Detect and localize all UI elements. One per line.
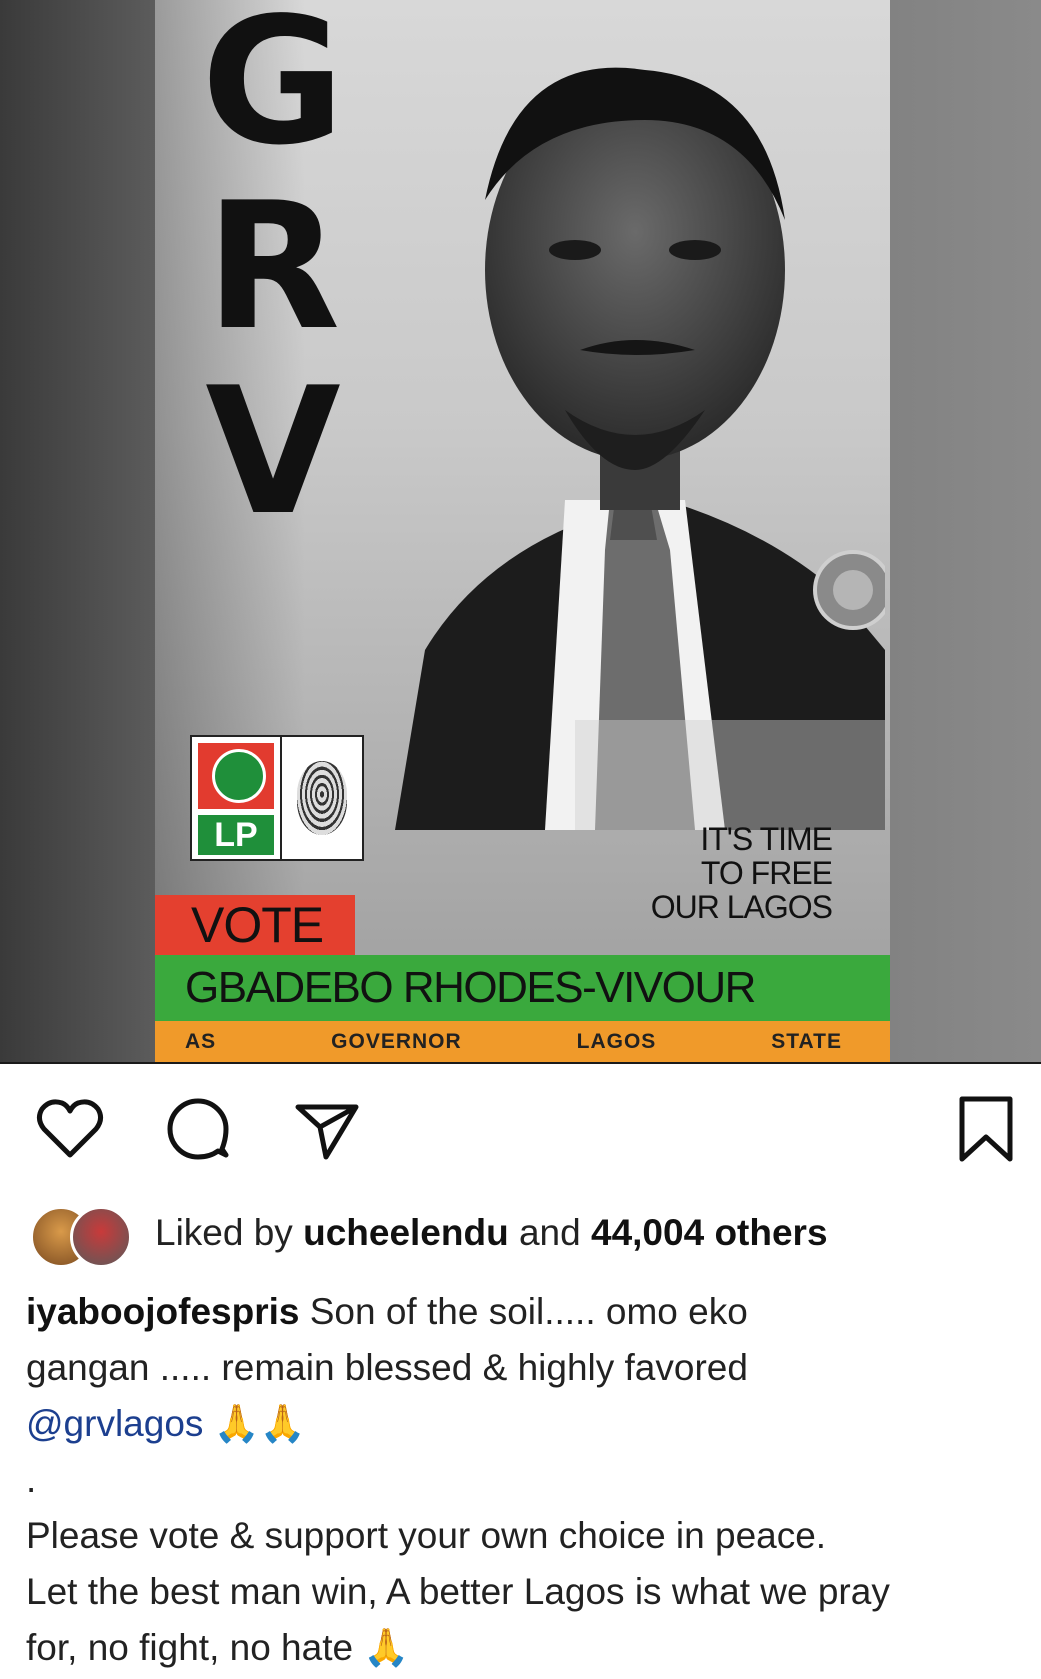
office-word: LAGOS [576, 1029, 657, 1053]
caption-dot: . [26, 1459, 37, 1500]
send-icon[interactable] [290, 1093, 362, 1165]
office-word: AS [185, 1029, 217, 1053]
likes-count[interactable]: 44,004 others [591, 1212, 828, 1253]
pray-emoji: 🙏🙏 [213, 1403, 306, 1444]
initial-r: R [205, 166, 341, 369]
liked-by-user[interactable]: ucheelendu [303, 1212, 509, 1253]
comment-icon[interactable] [160, 1093, 232, 1165]
mention-link[interactable]: @grvlagos [26, 1403, 203, 1444]
caption-username[interactable]: iyaboojofespris [26, 1291, 299, 1332]
image-divider [0, 1062, 1041, 1064]
caption-text: for, no fight, no hate [26, 1627, 354, 1668]
caption-text: Son of the soil..... omo eko [299, 1291, 748, 1332]
slogan-line: OUR LAGOS [650, 889, 833, 925]
lp-label: LP [198, 815, 274, 855]
heart-icon[interactable] [34, 1093, 106, 1165]
caption-text: gangan ..... remain blessed & highly fav… [26, 1347, 748, 1388]
candidate-name: GBADEBO RHODES-VIVOUR [185, 963, 756, 1012]
avatar[interactable] [70, 1206, 132, 1268]
office-word: STATE [771, 1029, 842, 1053]
candidate-portrait [395, 67, 885, 830]
initial-g: G [201, 0, 345, 184]
post-actions [0, 1085, 1041, 1175]
campaign-slogan: IT'S TIME TO FREE OUR LAGOS [532, 821, 833, 925]
office-word: GOVERNOR [331, 1029, 462, 1053]
caption-text: Let the best man win, A better Lagos is … [26, 1571, 890, 1612]
labour-party-logo: LP [190, 735, 364, 861]
likes-row[interactable]: Liked by ucheelendu and 44,004 others [0, 1200, 1041, 1270]
caption-text: Please vote & support your own choice in… [26, 1515, 827, 1556]
post-caption: iyaboojofespris Son of the soil..... omo… [26, 1284, 1016, 1676]
thumbprint-icon [282, 737, 362, 859]
post-image[interactable]: G R V LP IT'S TIME TO FREE OUR LAGOS VOT… [0, 0, 1041, 1062]
campaign-poster: G R V LP IT'S TIME TO FREE OUR LAGOS VOT… [155, 0, 890, 1062]
pray-emoji: 🙏 [363, 1627, 410, 1668]
bookmark-icon[interactable] [950, 1093, 1022, 1165]
slogan-line: IT'S TIME [700, 821, 833, 857]
slogan-line: TO FREE [700, 855, 833, 891]
poster-initials: G R V [173, 0, 373, 545]
office-band: AS GOVERNOR LAGOS STATE [155, 1021, 890, 1062]
vote-label: VOTE [191, 897, 324, 953]
liked-by-text: Liked by ucheelendu and 44,004 others [155, 1212, 828, 1253]
initial-v: V [205, 351, 341, 554]
lp-emblem: LP [192, 737, 282, 859]
